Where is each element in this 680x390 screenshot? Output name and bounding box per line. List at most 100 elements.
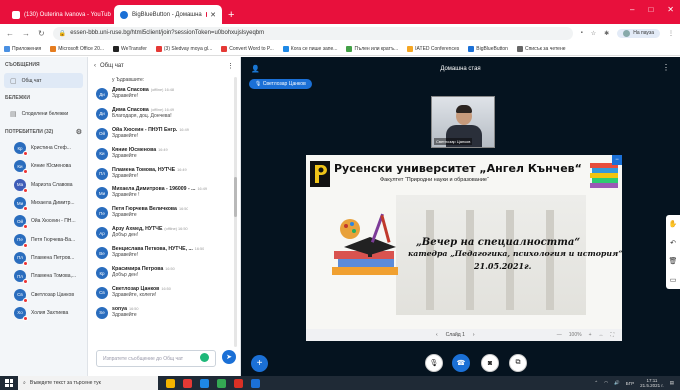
user-name: Михаела Димитр...: [31, 200, 75, 207]
gear-icon[interactable]: ⚙: [76, 128, 82, 136]
shared-notes-button[interactable]: ▤ Споделени бележки: [4, 106, 83, 121]
chat-message-list[interactable]: у Ъдравшите: Ди Дима Спасова (offline) 16:4…: [88, 75, 241, 349]
input-language[interactable]: БГР: [626, 381, 634, 386]
start-button[interactable]: [0, 376, 18, 390]
options-menu-icon[interactable]: ⋮: [662, 63, 670, 72]
chat-scrollbar-thumb[interactable]: [234, 177, 237, 217]
maximize-icon[interactable]: □: [648, 5, 653, 14]
chat-message-text: Добър ден!: [112, 232, 139, 239]
taskbar-app-icon[interactable]: [166, 378, 175, 388]
user-list-item[interactable]: Ми Михаела Димитр...: [0, 194, 87, 212]
chat-message-input[interactable]: Изпратете съобщение до Общ чат: [96, 350, 216, 367]
user-name: Светлозар Цанков: [31, 291, 74, 298]
user-list-item[interactable]: Хо Холия Захтиева: [0, 304, 87, 322]
bookmark-item[interactable]: Кога се пише запе...: [282, 45, 337, 52]
camera-permission-icon[interactable]: ▪: [581, 30, 583, 36]
bookmark-item[interactable]: Microsoft Office 20...: [50, 45, 104, 52]
clock[interactable]: 17:11 21.5.2021 г.: [640, 378, 664, 388]
send-message-button[interactable]: ➤: [222, 350, 236, 364]
hide-chat-icon[interactable]: ‹: [94, 63, 96, 69]
phone-button[interactable]: ☎: [452, 354, 470, 372]
trash-icon[interactable]: 🗑: [669, 257, 678, 265]
taskbar-search-placeholder: Въведете текст за търсене тук: [29, 380, 101, 386]
taskbar-app-icon[interactable]: [234, 378, 243, 388]
user-list-item[interactable]: Пл Пламена Томова,...: [0, 267, 87, 285]
bookmark-item[interactable]: Приложения: [4, 45, 41, 52]
chat-panel: ‹ Общ чат ⋮ у Ъдравшите: Ди Дима Спасова (o…: [88, 57, 241, 376]
user-list-item[interactable]: Ки Кяние Юсменова: [0, 157, 87, 175]
zoom-in-icon[interactable]: +: [589, 332, 592, 338]
user-name: Кристина Стеф...: [31, 145, 71, 152]
taskbar-app-icon[interactable]: [217, 378, 226, 388]
undo-icon[interactable]: ↶: [670, 239, 676, 247]
notification-chevron-icon[interactable]: ⌃: [594, 380, 598, 386]
chat-message-body: Ойа Хюсеин - ПНУП Енгр. 16:49 Здравейте!: [112, 127, 189, 139]
bookmark-item[interactable]: Convert Word to P...: [221, 45, 274, 52]
close-tab-icon[interactable]: ✕: [210, 11, 216, 19]
forward-icon[interactable]: →: [22, 29, 30, 38]
bookmark-item[interactable]: Пълен или кратъ...: [346, 45, 398, 52]
previous-slide-icon[interactable]: ‹: [436, 332, 438, 338]
hand-tool-icon[interactable]: ✋: [669, 220, 678, 228]
chat-message: Кр Красимира Петрова 16:50 Добър ден!: [88, 264, 241, 284]
reload-icon[interactable]: ↻: [38, 29, 45, 38]
taskbar-app-icon[interactable]: [200, 378, 209, 388]
zoom-out-icon[interactable]: —: [557, 332, 562, 338]
user-list-item[interactable]: Ма Мариэта Славова: [0, 176, 87, 194]
taskbar-app-icon[interactable]: [251, 378, 260, 388]
chat-message-text: Благодаря, доц. Дончева!: [112, 112, 172, 119]
chat-message-body: Арзу Ахмед, НУТЧЕ (offline) 16:50 Добър де…: [112, 226, 188, 238]
back-icon[interactable]: ←: [6, 29, 14, 38]
browser-menu-icon[interactable]: ⋮: [668, 30, 674, 37]
multi-user-whiteboard-icon[interactable]: ▭: [670, 276, 677, 284]
user-list-item[interactable]: Ой Ойа Хюсеин - ПН...: [0, 212, 87, 230]
chat-message-text: Здравейте!: [112, 93, 139, 99]
chat-message-body: Венцислава Петкова, НУТЧЕ, ... 16:50 Здрав…: [112, 246, 204, 258]
taskbar-search[interactable]: ⌕ Въведете текст за търсене тук: [18, 376, 158, 390]
camera-button[interactable]: ◙: [481, 354, 499, 372]
avatar: Св: [14, 288, 28, 303]
avatar: Хо: [14, 306, 28, 321]
browser-tab-bigbluebutton[interactable]: BigBlueButton - Домашна ✕: [114, 5, 222, 24]
slide-column-shape: [546, 210, 554, 310]
bookmark-item[interactable]: (3) Sledvay moya gl...: [155, 45, 213, 52]
profile-button[interactable]: На пауза: [617, 28, 660, 38]
star-icon[interactable]: ☆: [591, 30, 596, 37]
actions-menu-button[interactable]: +: [251, 355, 268, 372]
close-window-icon[interactable]: ✕: [667, 5, 674, 14]
webcam-video[interactable]: Светлозар Цанков: [431, 96, 495, 148]
next-slide-icon[interactable]: ›: [473, 332, 475, 338]
action-center-icon[interactable]: ▤: [670, 380, 674, 386]
chat-message: Ве Венцислава Петкова, НУТЧЕ, ... 16:50 Здр…: [88, 244, 241, 264]
slide-selector[interactable]: Слайд 1: [446, 332, 465, 338]
bookmark-item[interactable]: Списък за четене: [516, 45, 566, 52]
fit-width-icon[interactable]: ↔: [598, 332, 603, 338]
fullscreen-icon[interactable]: ⛶: [610, 332, 614, 338]
screenshare-button[interactable]: ⧉: [509, 354, 527, 372]
minimize-presentation-button[interactable]: −: [612, 155, 622, 165]
user-list-item[interactable]: Св Светлозар Цанков: [0, 285, 87, 303]
avatar: Кр: [14, 142, 28, 157]
url-field[interactable]: 🔒 essen-bbb.uni-ruse.bg/html5client/join…: [52, 26, 573, 40]
bookmark-item[interactable]: IATED Conferences: [407, 45, 459, 52]
user-list-item[interactable]: Кр Кристина Стеф...: [0, 139, 87, 157]
volume-icon[interactable]: 🔊: [614, 380, 620, 386]
emoji-icon[interactable]: [200, 353, 209, 362]
avatar: Св: [96, 286, 108, 299]
bookmark-item[interactable]: BigBlueButton: [468, 45, 508, 52]
avatar-initials: Ма: [16, 182, 24, 188]
user-list-item[interactable]: Пе Петя Гюрчева-Ва...: [0, 230, 87, 248]
chat-options-icon[interactable]: ⋮: [227, 62, 234, 70]
mic-button[interactable]: 🎙: [425, 354, 443, 372]
bookmark-label: (3) Sledvay moya gl...: [163, 45, 213, 52]
new-tab-button[interactable]: +: [222, 9, 240, 24]
tab-label: BigBlueButton - Домашна: [132, 11, 202, 18]
wifi-icon[interactable]: ◠: [604, 380, 608, 386]
public-chat-button[interactable]: ▢ Общ чат: [4, 73, 83, 88]
extensions-icon[interactable]: ✱: [604, 30, 609, 37]
minimize-icon[interactable]: –: [630, 5, 634, 14]
bookmark-item[interactable]: WeTransfer: [113, 45, 147, 52]
taskbar-app-icon[interactable]: [183, 378, 192, 388]
browser-tab-youtube[interactable]: (130) Outerina Ivanova - YouTub ✕: [6, 5, 114, 24]
user-list-item[interactable]: Пл Пламена Петров...: [0, 249, 87, 267]
